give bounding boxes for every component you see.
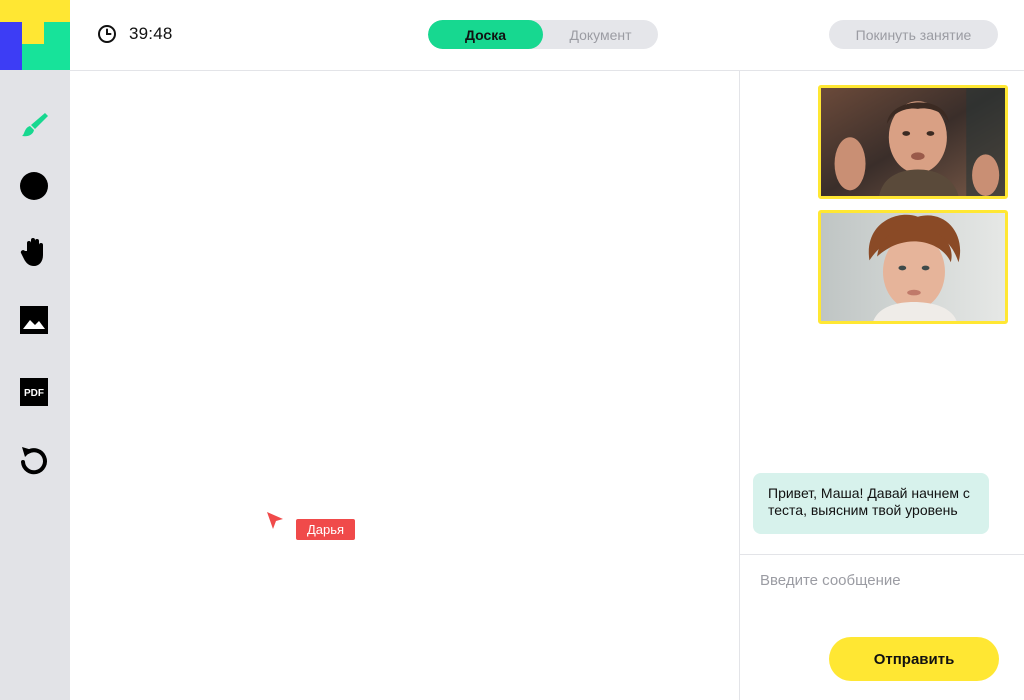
mode-switch: Доска Документ — [428, 20, 658, 49]
brush-icon — [22, 113, 48, 137]
pdf-icon: PDF — [20, 378, 48, 406]
hand-icon — [20, 238, 43, 266]
hand-tool[interactable] — [17, 234, 51, 268]
video-tile-teacher[interactable] — [818, 85, 1008, 199]
image-tool[interactable] — [17, 303, 51, 337]
logo-blue-block — [0, 22, 22, 70]
undo-tool[interactable] — [17, 443, 51, 477]
pdf-tool[interactable]: PDF — [17, 375, 51, 409]
leave-session-button[interactable]: Покинуть занятие — [829, 20, 998, 49]
clock-icon — [98, 25, 116, 43]
chat-message: Привет, Маша! Давай начнем с теста, выяс… — [753, 473, 989, 534]
participant-video — [821, 88, 1005, 196]
brush-tool[interactable] — [17, 108, 51, 142]
chat-divider — [740, 554, 1024, 555]
remote-cursor-label: Дарья — [296, 519, 356, 540]
app-logo[interactable] — [0, 0, 70, 70]
message-input[interactable] — [760, 567, 1010, 593]
whiteboard-canvas[interactable]: Дарья — [70, 71, 739, 700]
undo-icon — [21, 447, 47, 475]
tool-sidebar: PDF — [0, 70, 70, 700]
logo-yellow-block — [22, 22, 44, 44]
image-icon — [20, 306, 48, 334]
remote-cursor-icon — [267, 512, 283, 529]
tab-document[interactable]: Документ — [543, 20, 658, 49]
shape-tool[interactable] — [17, 169, 51, 203]
video-tile-student[interactable] — [818, 210, 1008, 324]
send-button[interactable]: Отправить — [829, 637, 999, 681]
pdf-icon-label: PDF — [24, 388, 44, 399]
circle-icon — [20, 172, 48, 200]
top-header: 39:48 Доска Документ Покинуть занятие — [70, 0, 1024, 71]
right-panel: Привет, Маша! Давай начнем с теста, выяс… — [739, 71, 1024, 700]
session-timer: 39:48 — [97, 24, 173, 44]
timer-value: 39:48 — [129, 24, 173, 43]
participant-video — [821, 213, 1005, 321]
tab-board[interactable]: Доска — [428, 20, 543, 49]
